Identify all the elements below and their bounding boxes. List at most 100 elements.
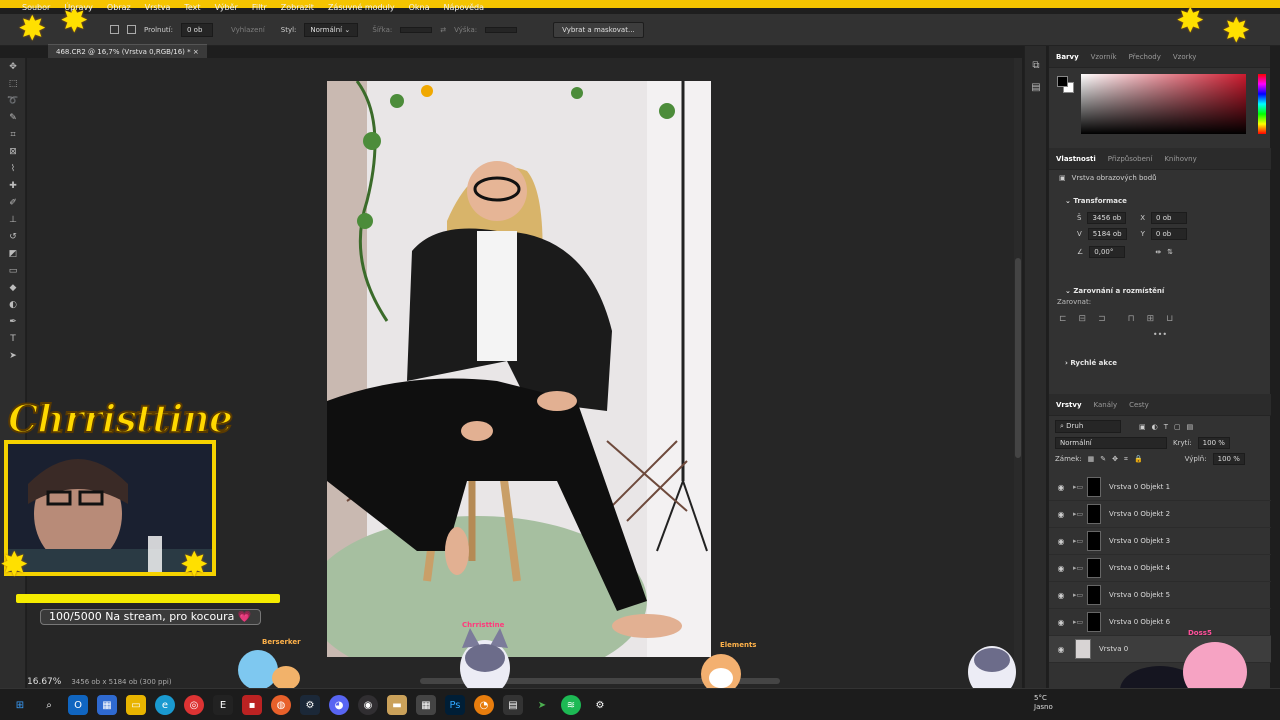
- layer-row[interactable]: ◉ ▸▭ Vrstva 0 Objekt 5: [1049, 582, 1271, 609]
- menu-window[interactable]: Okna: [409, 3, 430, 12]
- type-tool-icon[interactable]: T: [0, 330, 26, 347]
- layer-row[interactable]: ◉ ▸▭ Vrstva 0 Objekt 3: [1049, 528, 1271, 555]
- steam-icon[interactable]: ⚙: [300, 695, 320, 715]
- history-icon[interactable]: ⧉: [1025, 54, 1047, 76]
- lock-pixels-icon[interactable]: ▦: [1088, 455, 1095, 463]
- feather-input[interactable]: 0 ob: [180, 22, 213, 37]
- x-field[interactable]: 0 ob: [1151, 212, 1188, 224]
- filter-pixel-icon[interactable]: ▣: [1139, 423, 1146, 431]
- folder-icon[interactable]: ▬: [387, 695, 407, 715]
- obs-icon[interactable]: ◉: [358, 695, 378, 715]
- frame-tool-icon[interactable]: ⊠: [0, 143, 26, 160]
- flip-vertical-icon[interactable]: ⇅: [1167, 248, 1173, 256]
- visibility-eye-icon[interactable]: ◉: [1049, 483, 1073, 492]
- path-select-tool-icon[interactable]: ➤: [0, 347, 26, 364]
- history-brush-tool-icon[interactable]: ↺: [0, 228, 26, 245]
- quick-select-tool-icon[interactable]: ✎: [0, 109, 26, 126]
- stamp-tool-icon[interactable]: ⊥: [0, 211, 26, 228]
- outlook-icon[interactable]: O: [68, 695, 88, 715]
- windows-start-icon[interactable]: ⊞: [10, 695, 30, 715]
- visibility-eye-icon[interactable]: ◉: [1049, 591, 1073, 600]
- layer-name[interactable]: Vrstva 0 Objekt 1: [1109, 483, 1170, 491]
- lock-all-icon[interactable]: 🔒: [1134, 455, 1143, 463]
- blend-mode-select[interactable]: Normální: [1055, 437, 1167, 449]
- epic-icon[interactable]: E: [213, 695, 233, 715]
- more-options-icon[interactable]: •••: [1049, 330, 1271, 339]
- layer-name[interactable]: Vrstva 0 Objekt 6: [1109, 618, 1170, 626]
- crop-tool-icon[interactable]: ⌗: [0, 126, 26, 143]
- hue-slider[interactable]: [1258, 74, 1266, 134]
- align-right-icon[interactable]: ⊐: [1098, 314, 1106, 324]
- new-selection-icon[interactable]: [110, 25, 119, 34]
- menu-file[interactable]: Soubor: [22, 3, 50, 12]
- firefox-icon[interactable]: ◍: [271, 695, 291, 715]
- eyedropper-tool-icon[interactable]: ⌇: [0, 160, 26, 177]
- color-swatch-fg-bg[interactable]: [1057, 76, 1075, 94]
- file-explorer-icon[interactable]: ▭: [126, 695, 146, 715]
- tab-color[interactable]: Barvy: [1056, 53, 1079, 61]
- store-icon[interactable]: ▦: [97, 695, 117, 715]
- spotify-icon[interactable]: ≋: [561, 695, 581, 715]
- transform-section-title[interactable]: ⌄ Transformace: [1049, 194, 1271, 208]
- filter-adjust-icon[interactable]: ◐: [1152, 423, 1158, 431]
- style-select[interactable]: Normální ⌄: [304, 22, 359, 37]
- layer-name[interactable]: Vrstva 0 Objekt 4: [1109, 564, 1170, 572]
- align-top-icon[interactable]: ⊓: [1128, 314, 1135, 324]
- visibility-eye-icon[interactable]: ◉: [1049, 537, 1073, 546]
- group-folder-icon[interactable]: ▸▭: [1073, 483, 1085, 491]
- document-photo[interactable]: [327, 81, 711, 657]
- height-input[interactable]: [485, 26, 518, 33]
- align-section-title[interactable]: ⌄ Zarovnání a rozmístění: [1049, 284, 1271, 298]
- select-and-mask-button[interactable]: Vybrat a maskovat...: [553, 21, 644, 38]
- layer-name[interactable]: Vrstva 0 Objekt 2: [1109, 510, 1170, 518]
- layer-name[interactable]: Vrstva 0 Objekt 3: [1109, 537, 1170, 545]
- tab-layers[interactable]: Vrstvy: [1056, 401, 1082, 409]
- filter-type-icon[interactable]: T: [1164, 423, 1168, 431]
- tab-adjustments[interactable]: Přizpůsobení: [1108, 155, 1153, 163]
- align-left-icon[interactable]: ⊏: [1059, 314, 1067, 324]
- lock-paint-icon[interactable]: ✎: [1100, 455, 1106, 463]
- lock-position-icon[interactable]: ✥: [1112, 455, 1118, 463]
- comments-icon[interactable]: ▤: [1025, 76, 1047, 98]
- canvas-vertical-scrollbar[interactable]: [1014, 58, 1022, 688]
- visibility-eye-icon[interactable]: ◉: [1049, 510, 1073, 519]
- tab-paths[interactable]: Cesty: [1129, 401, 1149, 409]
- visibility-eye-icon[interactable]: ◉: [1049, 564, 1073, 573]
- group-folder-icon[interactable]: ▸▭: [1073, 618, 1085, 626]
- eraser-tool-icon[interactable]: ◩: [0, 245, 26, 262]
- fill-field[interactable]: 100 %: [1212, 453, 1245, 465]
- search-icon[interactable]: ⌕: [39, 695, 59, 715]
- app-icon[interactable]: ▪: [242, 695, 262, 715]
- close-tab-icon[interactable]: ×: [193, 48, 199, 56]
- marquee-tool-icon[interactable]: ⬚: [0, 75, 26, 92]
- layer-filter-select[interactable]: ⌕ Druh: [1055, 420, 1121, 433]
- group-folder-icon[interactable]: ▸▭: [1073, 510, 1085, 518]
- zoom-level[interactable]: 16.67%: [27, 677, 61, 687]
- photoshop-icon[interactable]: Ps: [445, 695, 465, 715]
- smoothing-checkbox[interactable]: Vyhlazení: [231, 26, 265, 34]
- layer-row[interactable]: ◉ ▸▭ Vrstva 0 Objekt 4: [1049, 555, 1271, 582]
- menu-edit[interactable]: Úpravy: [64, 3, 93, 12]
- group-folder-icon[interactable]: ▸▭: [1073, 591, 1085, 599]
- tab-channels[interactable]: Kanály: [1094, 401, 1118, 409]
- swap-icon[interactable]: ⇄: [440, 26, 446, 34]
- lasso-tool-icon[interactable]: ➰: [0, 92, 26, 109]
- menu-filter[interactable]: Filtr: [252, 3, 267, 12]
- tab-properties[interactable]: Vlastnosti: [1056, 155, 1096, 163]
- dodge-tool-icon[interactable]: ◐: [0, 296, 26, 313]
- blender-icon[interactable]: ◔: [474, 695, 494, 715]
- flip-horizontal-icon[interactable]: ⇹: [1155, 248, 1161, 256]
- weather-widget[interactable]: 5°C Jasno: [1034, 694, 1053, 712]
- layer-row[interactable]: ◉ ▸▭ Vrstva 0 Objekt 2: [1049, 501, 1271, 528]
- align-middle-icon[interactable]: ⊞: [1147, 314, 1155, 324]
- document-tab[interactable]: 468.CR2 @ 16,7% (Vrstva 0,RGB/16) * ×: [48, 44, 207, 58]
- align-bottom-icon[interactable]: ⊔: [1166, 314, 1173, 324]
- tab-swatches[interactable]: Vzorník: [1091, 53, 1117, 61]
- menu-view[interactable]: Zobrazit: [281, 3, 314, 12]
- angle-field[interactable]: 0,00°: [1089, 246, 1126, 258]
- filter-shape-icon[interactable]: ▢: [1174, 423, 1181, 431]
- quick-actions-title[interactable]: › Rychlé akce: [1049, 356, 1271, 370]
- height-field[interactable]: 5184 ob: [1087, 228, 1127, 240]
- width-input[interactable]: [400, 26, 433, 33]
- scrollbar-thumb[interactable]: [1015, 258, 1021, 458]
